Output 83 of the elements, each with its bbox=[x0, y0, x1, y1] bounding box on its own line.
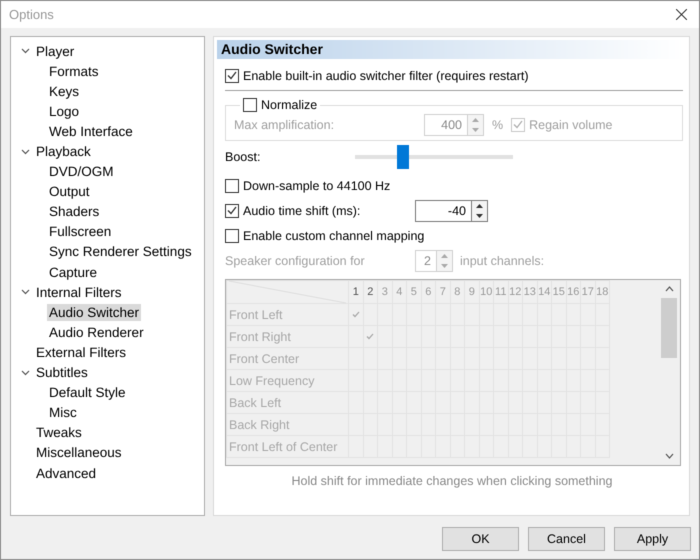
column-header: 5 bbox=[406, 280, 421, 304]
tree-item[interactable]: DVD/OGM bbox=[47, 163, 116, 180]
row-header: Front Left of Center bbox=[226, 436, 348, 458]
row-header: Front Left bbox=[226, 304, 348, 326]
checkbox-label: Audio time shift (ms): bbox=[243, 204, 362, 218]
checkbox-label: Enable custom channel mapping bbox=[243, 228, 424, 242]
tree-item[interactable]: Formats bbox=[47, 62, 101, 80]
row-header: Front Center bbox=[226, 348, 348, 370]
tree-item[interactable]: Tweaks bbox=[34, 424, 84, 442]
column-header: 12 bbox=[508, 280, 522, 304]
row-header: Low Frequency bbox=[226, 370, 348, 392]
column-header: 2 bbox=[363, 280, 378, 304]
column-header: 1 bbox=[348, 280, 363, 304]
column-header: 3 bbox=[378, 280, 392, 304]
window-title: Options bbox=[9, 7, 54, 22]
tree-item[interactable]: Capture bbox=[47, 264, 100, 281]
column-header: 4 bbox=[392, 280, 406, 304]
column-header: 9 bbox=[464, 280, 479, 304]
field-label: Boost: bbox=[225, 150, 260, 164]
check-icon bbox=[366, 332, 374, 340]
field-label: Speaker configuration for bbox=[225, 254, 366, 268]
checkbox-label: Regain volume bbox=[529, 118, 613, 132]
field-label: Max amplification: bbox=[234, 118, 336, 132]
checkbox[interactable] bbox=[225, 178, 239, 192]
tree-item[interactable]: Web Interface bbox=[47, 122, 135, 140]
column-header: 13 bbox=[522, 280, 537, 304]
tree-item[interactable]: Audio Switcher bbox=[47, 304, 142, 321]
chevron-icon[interactable] bbox=[21, 370, 30, 376]
dialog-button[interactable]: OK bbox=[442, 527, 519, 551]
column-header: 16 bbox=[566, 280, 580, 304]
tree-item[interactable]: Subtitles bbox=[34, 364, 90, 382]
column-header: 6 bbox=[421, 280, 436, 304]
row-header: Front Right bbox=[226, 326, 348, 348]
column-header: 10 bbox=[479, 280, 494, 304]
tree-item[interactable]: Default Style bbox=[47, 384, 128, 402]
scroll-up-icon[interactable] bbox=[664, 286, 674, 292]
column-header: 14 bbox=[537, 280, 552, 304]
scroll-down-icon[interactable] bbox=[664, 453, 674, 459]
column-header: 17 bbox=[580, 280, 595, 304]
slider-thumb[interactable] bbox=[396, 145, 409, 169]
checkbox-label: Normalize bbox=[261, 98, 318, 112]
tree-item[interactable]: Logo bbox=[47, 102, 82, 120]
spin-buttons[interactable] bbox=[471, 200, 488, 222]
column-header: 7 bbox=[436, 280, 450, 304]
unit-label: % bbox=[492, 118, 504, 132]
tree-item[interactable]: Misc bbox=[47, 404, 79, 422]
grid-cell[interactable] bbox=[363, 326, 378, 348]
column-header: 11 bbox=[494, 280, 508, 304]
chevron-icon[interactable] bbox=[21, 289, 30, 296]
tree-item[interactable]: Sync Renderer Settings bbox=[47, 243, 194, 260]
tree-item[interactable]: External Filters bbox=[34, 344, 128, 361]
row-header: Back Right bbox=[226, 414, 348, 436]
scroll-thumb[interactable] bbox=[661, 298, 677, 358]
column-header: 18 bbox=[595, 280, 610, 304]
dialog-button[interactable]: Apply bbox=[614, 527, 691, 551]
chevron-icon[interactable] bbox=[21, 48, 30, 54]
tree-item[interactable]: Player bbox=[34, 42, 76, 60]
close-icon[interactable] bbox=[676, 9, 687, 20]
tree-item[interactable]: Internal Filters bbox=[34, 284, 124, 301]
field-label: input channels: bbox=[460, 254, 544, 268]
column-header: 15 bbox=[552, 280, 566, 304]
tree-item[interactable]: Fullscreen bbox=[47, 223, 114, 240]
checkbox[interactable] bbox=[225, 204, 239, 218]
number-field[interactable]: -40 bbox=[415, 200, 471, 222]
check-icon bbox=[352, 310, 360, 318]
grid-cell[interactable] bbox=[348, 304, 363, 326]
tree-item[interactable]: Audio Renderer bbox=[47, 324, 146, 341]
checkbox[interactable] bbox=[243, 98, 257, 112]
tree-item[interactable]: Shaders bbox=[47, 203, 102, 220]
chevron-icon[interactable] bbox=[21, 148, 30, 155]
hint-text: Hold shift for immediate changes when clicking something bbox=[290, 474, 614, 488]
tree-item[interactable]: Playback bbox=[34, 143, 93, 160]
tree-item[interactable]: Miscellaneous bbox=[34, 444, 124, 462]
checkbox[interactable] bbox=[225, 228, 239, 242]
row-header: Back Left bbox=[226, 392, 348, 414]
tree-item[interactable]: Output bbox=[47, 183, 92, 200]
column-header: 8 bbox=[450, 280, 464, 304]
checkbox-label: Down-sample to 44100 Hz bbox=[243, 178, 390, 192]
tree-item[interactable]: Keys bbox=[47, 82, 82, 100]
dialog-button[interactable]: Cancel bbox=[528, 527, 605, 551]
checkbox-label: Enable built-in audio switcher filter (requires restart) bbox=[243, 68, 529, 82]
tree-item[interactable]: Advanced bbox=[34, 464, 98, 482]
checkbox[interactable] bbox=[225, 68, 239, 82]
